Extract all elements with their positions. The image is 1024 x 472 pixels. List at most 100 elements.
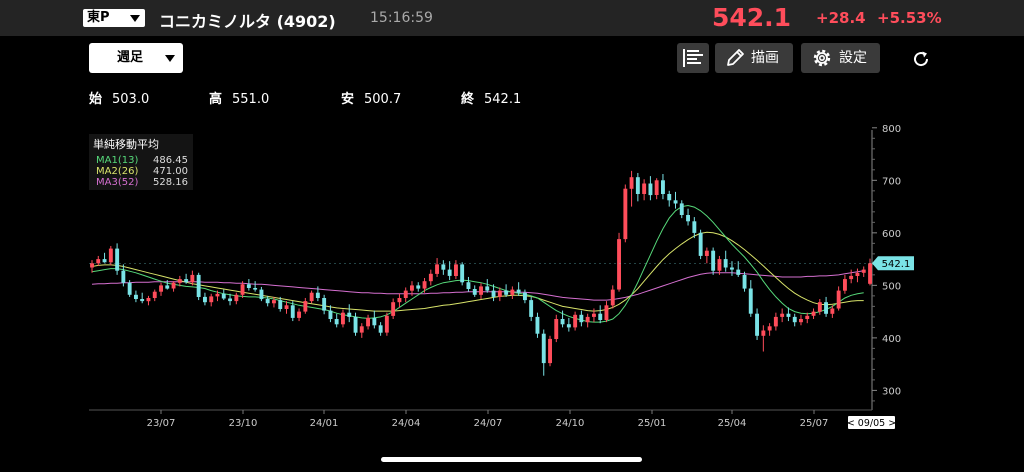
- candle-body: [585, 316, 590, 323]
- candle-body: [171, 282, 176, 289]
- candle-body: [692, 221, 697, 233]
- candle-body: [322, 298, 327, 311]
- candle-body: [391, 302, 396, 316]
- candle-body: [742, 274, 747, 289]
- ohlc-open: 始 503.0: [89, 88, 149, 107]
- price-change-percent: +5.53%: [877, 9, 942, 27]
- candle-body: [573, 314, 578, 328]
- candle-body: [623, 188, 628, 240]
- candle-body: [529, 300, 534, 317]
- market-select[interactable]: 東P: [83, 9, 145, 27]
- candle-body: [146, 298, 151, 302]
- x-tick-label: 25/07: [800, 418, 829, 429]
- home-indicator: [381, 457, 642, 462]
- draw-button[interactable]: 描画: [715, 43, 793, 73]
- chevron-down-icon: [165, 55, 175, 62]
- candle-body: [309, 292, 314, 302]
- candle-body: [422, 281, 427, 289]
- settings-button[interactable]: 設定: [801, 43, 880, 73]
- last-price-label: 542.1: [882, 259, 911, 270]
- candle-body: [384, 315, 389, 333]
- candle-body: [548, 338, 552, 364]
- candle-body: [485, 286, 490, 291]
- candle-body: [416, 285, 421, 289]
- candle-body: [253, 288, 258, 290]
- candle-body: [617, 239, 621, 290]
- stock-name: コニカミノルタ (4902): [159, 12, 336, 31]
- candle-body: [196, 274, 201, 297]
- legend-title: 単純移動平均: [93, 138, 159, 151]
- ma3-label: MA3(52): [96, 177, 139, 188]
- candle-body: [334, 319, 339, 325]
- candle-body: [479, 286, 483, 295]
- candle-body: [667, 194, 672, 201]
- candle-body: [297, 311, 301, 318]
- candle-body: [635, 177, 640, 194]
- candle-body: [579, 314, 584, 323]
- candle-body: [504, 290, 509, 295]
- candle-body: [284, 305, 289, 309]
- candle-body: [516, 289, 521, 293]
- candle-body: [159, 285, 163, 292]
- pencil-icon: [727, 49, 744, 66]
- draw-button-label: 描画: [751, 50, 779, 66]
- y-tick-label: 300: [882, 386, 901, 397]
- candle-body: [228, 298, 232, 302]
- y-tick-label: 600: [882, 229, 901, 240]
- x-tick-label: 23/07: [147, 418, 176, 429]
- candle-body: [90, 263, 94, 268]
- period-select[interactable]: 週足: [89, 43, 183, 73]
- candle-body: [454, 264, 458, 276]
- legend-ma2: MA2(26) 471.00: [96, 166, 188, 177]
- market-select-label: 東P: [87, 10, 110, 25]
- price-change: +28.4: [816, 9, 866, 27]
- candle-body: [843, 279, 847, 291]
- candle-body: [472, 289, 477, 295]
- candle-body: [497, 290, 502, 297]
- candle-body: [96, 259, 101, 264]
- candle-body: [428, 273, 433, 282]
- candle-body: [102, 259, 107, 263]
- y-tick-label: 700: [882, 176, 901, 187]
- chevron-down-icon: [130, 15, 140, 22]
- candle-body: [491, 290, 496, 297]
- candle-body: [397, 298, 402, 303]
- candle-body: [717, 259, 722, 271]
- candle-body: [460, 264, 465, 283]
- candle-body: [661, 180, 665, 194]
- candle-body: [259, 289, 264, 300]
- candle-body: [711, 250, 716, 271]
- reload-icon[interactable]: [910, 48, 932, 70]
- candle-body: [817, 302, 822, 312]
- candle-body: [523, 292, 527, 301]
- candle-body: [541, 333, 546, 364]
- candle-body: [761, 330, 766, 336]
- candle-body: [704, 250, 709, 256]
- candle-body: [805, 315, 810, 319]
- candle-body: [272, 300, 276, 304]
- candle-body: [792, 316, 797, 323]
- candle-body: [679, 203, 684, 215]
- candle-body: [265, 299, 270, 304]
- close-value: 542.1: [484, 92, 522, 107]
- candle-body: [610, 289, 615, 306]
- candle-body: [152, 291, 157, 298]
- candle-body: [698, 232, 703, 256]
- candle-body: [328, 310, 333, 319]
- current-price: 542.1: [712, 3, 792, 32]
- ohlc-low: 安 500.7: [341, 88, 401, 107]
- candle-body: [598, 313, 603, 320]
- candle-body: [341, 312, 345, 325]
- candle-body: [560, 319, 565, 325]
- candle-body: [780, 313, 785, 317]
- quote-time: 15:16:59: [370, 10, 433, 26]
- candle-body: [554, 319, 559, 339]
- indicator-list-button[interactable]: [677, 43, 709, 73]
- ma2-value: 471.00: [153, 166, 188, 177]
- low-label: 安: [341, 92, 355, 107]
- ma1-label: MA1(13): [96, 155, 139, 166]
- candle-body: [184, 279, 189, 283]
- candle-body: [786, 313, 791, 317]
- x-tick-label: 25/04: [718, 418, 747, 429]
- y-tick-label: 500: [882, 281, 901, 292]
